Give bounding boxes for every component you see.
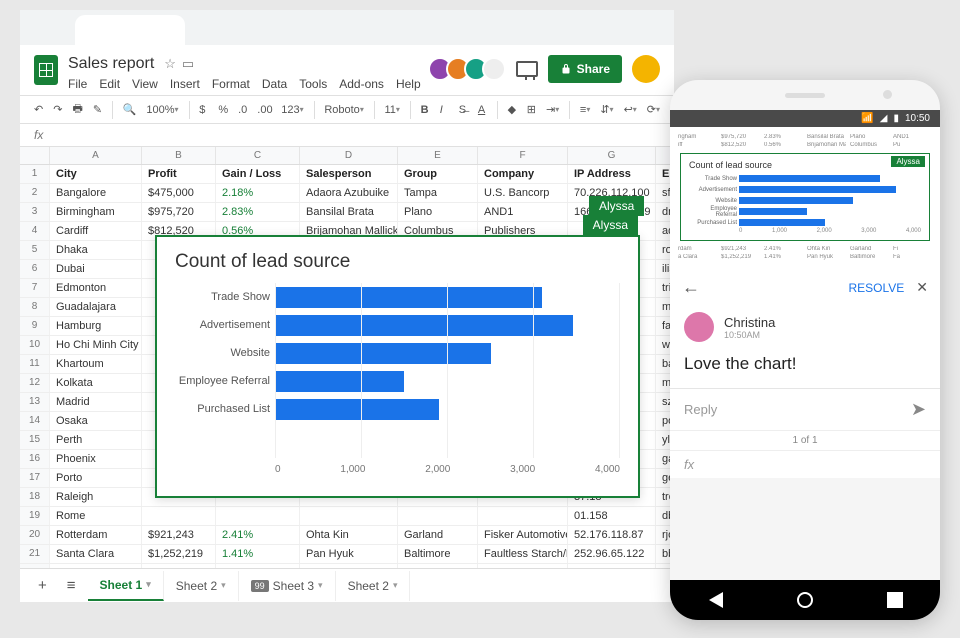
number-format-select[interactable]: 123 — [281, 104, 303, 116]
add-sheet-button[interactable]: + — [30, 573, 55, 598]
mobile-sheet-view[interactable]: ngham$975,7202.83%Bansilal BrataPlanoAND… — [670, 127, 940, 267]
all-sheets-button[interactable]: ≡ — [59, 573, 84, 598]
chart-x-axis: 01,0002,0003,0004,000 — [275, 464, 620, 475]
wrap-icon[interactable]: ↩ — [624, 103, 637, 116]
android-recents-icon[interactable] — [887, 592, 903, 608]
undo-icon[interactable]: ↶ — [34, 103, 43, 116]
status-time: 10:50 — [905, 113, 930, 124]
collaborator-avatars[interactable] — [434, 57, 506, 81]
mobile-chart[interactable]: Alyssa Count of lead source Trade ShowAd… — [680, 153, 930, 241]
send-icon[interactable]: ➤ — [911, 399, 926, 420]
table-row[interactable]: 2Bangalore$475,0002.18%Adaora AzubuikeTa… — [20, 184, 674, 203]
browser-tabstrip — [20, 10, 674, 45]
browser-tab[interactable] — [75, 15, 185, 45]
paint-format-icon[interactable]: ✎ — [93, 103, 102, 116]
android-home-icon[interactable] — [797, 592, 813, 608]
header-row[interactable]: 1 CityProfit Gain / LossSalesperson Grou… — [20, 165, 674, 184]
font-size-select[interactable]: 11 — [384, 104, 399, 116]
font-select[interactable]: Roboto — [324, 104, 364, 116]
commenter-name: Christina — [724, 315, 775, 330]
battery-icon: ▮ — [893, 113, 899, 124]
folder-icon[interactable]: ▭ — [182, 56, 194, 72]
reply-input[interactable]: Reply — [684, 402, 717, 417]
android-nav-bar — [670, 580, 940, 620]
percent-icon[interactable]: % — [218, 104, 228, 116]
currency-icon[interactable]: $ — [199, 104, 208, 116]
sheet-tab[interactable]: Sheet 1 ▾ — [88, 571, 164, 601]
sheet-tab[interactable]: Sheet 2 ▾ — [164, 571, 239, 601]
document-title[interactable]: Sales report — [68, 55, 154, 73]
present-icon[interactable] — [516, 61, 538, 77]
close-icon[interactable]: ✕ — [916, 279, 928, 296]
mobile-chart-title: Count of lead source — [689, 160, 921, 170]
android-back-icon[interactable] — [707, 592, 723, 608]
menu-data[interactable]: Data — [262, 77, 287, 91]
strike-icon[interactable]: S̶ — [459, 104, 468, 116]
commenter-avatar — [684, 312, 714, 342]
sheet-tab[interactable]: Sheet 2 ▾ — [336, 571, 411, 601]
star-icon[interactable]: ☆ — [164, 56, 176, 72]
decrease-decimal-icon[interactable]: .0 — [238, 104, 247, 116]
share-button[interactable]: Share — [548, 55, 622, 83]
zoom-select[interactable]: 100% — [146, 104, 178, 116]
halign-icon[interactable]: ≡ — [580, 104, 590, 116]
menu-insert[interactable]: Insert — [170, 77, 200, 91]
wifi-icon: 📶 — [861, 113, 873, 124]
menu-addons[interactable]: Add-ons — [339, 77, 384, 91]
lock-icon — [560, 63, 572, 75]
mobile-formula-bar[interactable]: fx — [670, 450, 940, 478]
menu-tools[interactable]: Tools — [299, 77, 327, 91]
sheet-tab[interactable]: 99 Sheet 3 ▾ — [239, 571, 336, 601]
table-row[interactable]: 21Santa Clara$1,252,2191.41%Pan HyukBalt… — [20, 545, 674, 564]
android-status-bar: 📶 ◢ ▮ 10:50 — [670, 110, 940, 127]
signal-icon: ◢ — [880, 113, 888, 124]
increase-decimal-icon[interactable]: .00 — [257, 104, 271, 116]
comment-panel: ← RESOLVE ✕ Christina 10:50AM Love the c… — [670, 267, 940, 478]
share-button-label: Share — [577, 62, 610, 76]
text-color-icon[interactable]: A — [478, 104, 487, 116]
column-headers[interactable]: AB CD EF GH — [20, 147, 674, 165]
collaborator-cursor-tag-grid: Alyssa — [589, 196, 644, 216]
formula-bar[interactable]: fx — [20, 124, 674, 147]
mobile-device: 📶 ◢ ▮ 10:50 ngham$975,7202.83%Bansilal B… — [670, 80, 940, 620]
chart-title: Count of lead source — [175, 251, 620, 273]
bold-icon[interactable]: B — [421, 104, 430, 116]
menu-format[interactable]: Format — [212, 77, 250, 91]
print-icon[interactable]: 🖶 — [72, 100, 82, 119]
zoom-icon[interactable]: 🔍 — [123, 103, 137, 116]
comment-time: 10:50AM — [724, 330, 775, 340]
comment-text: Love the chart! — [684, 354, 926, 374]
comment-pager: 1 of 1 — [670, 430, 940, 450]
sheet-tabs-bar: + ≡ Sheet 1 ▾Sheet 2 ▾99 Sheet 3 ▾Sheet … — [20, 568, 674, 602]
title-bar: Sales report ☆ ▭ File Edit View Insert F… — [20, 45, 674, 95]
back-arrow-icon[interactable]: ← — [682, 277, 700, 298]
table-row[interactable]: 3Birmingham$975,7202.83%Bansilal BrataPl… — [20, 203, 674, 222]
menu-edit[interactable]: Edit — [99, 77, 120, 91]
mobile-collab-tag: Alyssa — [891, 156, 925, 167]
collaborator-cursor-tag: Alyssa — [583, 215, 638, 235]
chart-plot-area: Trade ShowAdvertisementWebsiteEmployee R… — [275, 283, 620, 458]
valign-icon[interactable]: ⇵ — [600, 103, 613, 116]
rotate-icon[interactable]: ⟳ — [647, 103, 660, 116]
account-avatar[interactable] — [632, 55, 660, 83]
menu-help[interactable]: Help — [396, 77, 421, 91]
menu-bar: File Edit View Insert Format Data Tools … — [68, 77, 421, 91]
redo-icon[interactable]: ↷ — [53, 103, 62, 116]
resolve-button[interactable]: RESOLVE — [848, 281, 904, 295]
toolbar: ↶ ↷ 🖶 ✎ 🔍 100% $ % .0 .00 123 Roboto 11 … — [20, 95, 674, 124]
table-row[interactable]: 19Rome01.158dbindel@… — [20, 507, 674, 526]
sheets-logo-icon — [34, 55, 58, 85]
table-row[interactable]: 20Rotterdam$921,2432.41%Ohta KinGarlandF… — [20, 526, 674, 545]
italic-icon[interactable]: I — [440, 104, 449, 116]
chart-selection[interactable]: Alyssa Count of lead source Trade ShowAd… — [155, 235, 640, 498]
merge-icon[interactable]: ⇥ — [546, 103, 559, 116]
menu-view[interactable]: View — [132, 77, 158, 91]
fill-color-icon[interactable]: ◆ — [508, 103, 517, 116]
menu-file[interactable]: File — [68, 77, 87, 91]
borders-icon[interactable]: ⊞ — [527, 103, 536, 116]
